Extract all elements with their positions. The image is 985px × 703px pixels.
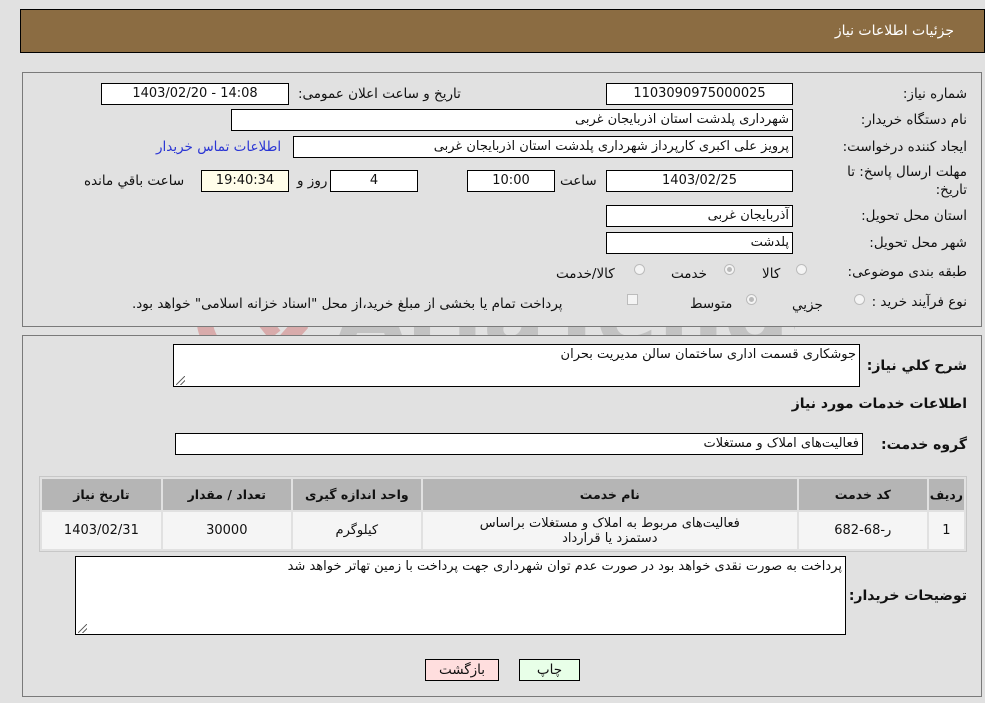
requester-field: پرویز علی اکبری کارپرداز شهرداری پلدشت ا… (293, 136, 793, 158)
buyer-contact-link[interactable]: اطلاعات تماس خریدار (156, 139, 281, 155)
purchase-type-option-minor: جزيي (792, 297, 823, 313)
col-header-unit: واحد اندازه گیری (292, 479, 421, 510)
category-option-service: خدمت (671, 266, 707, 282)
cell-service-code: ر-68-682 (798, 512, 927, 549)
treasury-checkbox[interactable] (627, 294, 638, 305)
cell-unit: کیلوگرم (292, 512, 421, 549)
category-option-goods: کالا (762, 266, 781, 282)
time-remaining-field: 19:40:34 (201, 170, 289, 192)
category-option-goods-service: کالا/خدمت (556, 266, 615, 282)
page-title: جزئیات اطلاعات نیاز (834, 23, 954, 39)
treasury-note: پرداخت تمام یا بخشی از مبلغ خرید،از محل … (132, 296, 563, 312)
buyer-notes-text: پرداخت به صورت نقدی خواهد بود در صورت عد… (287, 559, 842, 574)
announce-datetime-label: تاریخ و ساعت اعلان عمومی: (298, 86, 461, 102)
cell-quantity: 30000 (162, 512, 291, 549)
table-header-row: ردیف کد خدمت نام خدمت واحد اندازه گیری ت… (42, 479, 964, 510)
back-button[interactable]: بازگشت (425, 659, 499, 681)
page-header: جزئیات اطلاعات نیاز (20, 9, 985, 53)
requester-label: ایجاد کننده درخواست: (842, 139, 967, 155)
table-row: 1 ر-68-682 فعالیت‌های مربوط به املاک و م… (42, 512, 964, 549)
province-field: آذربایجان غربی (606, 205, 793, 227)
resize-handle-icon[interactable] (78, 624, 87, 633)
province-label: استان محل تحویل: (861, 208, 967, 224)
deadline-time-label: ساعت (560, 173, 597, 189)
col-header-service-name: نام خدمت (422, 479, 797, 510)
col-header-need-date: تاریخ نیاز (42, 479, 161, 510)
category-radio-service[interactable] (724, 264, 735, 275)
buyer-org-field: شهرداری پلدشت استان اذربایجان غربی (231, 109, 793, 131)
cell-need-date: 1403/02/31 (42, 512, 161, 549)
purchase-type-radio-minor[interactable] (854, 294, 865, 305)
description-label: شرح کلي نیاز: (866, 358, 967, 374)
service-group-field: فعالیت‌های املاک و مستغلات (175, 433, 863, 455)
services-section-title: اطلاعات خدمات مورد نیاز (791, 396, 967, 412)
buyer-notes-label: توضیحات خریدار: (848, 588, 967, 604)
buyer-notes-textarea[interactable]: پرداخت به صورت نقدی خواهد بود در صورت عد… (75, 556, 846, 635)
col-header-quantity: تعداد / مقدار (162, 479, 291, 510)
deadline-date-field: 1403/02/25 (606, 170, 793, 192)
city-label: شهر محل تحویل: (869, 235, 967, 251)
days-remaining-field: 4 (330, 170, 418, 192)
description-textarea[interactable]: جوشکاری قسمت اداری ساختمان سالن مدیریت ب… (173, 344, 860, 387)
city-field: پلدشت (606, 232, 793, 254)
purchase-type-radio-medium[interactable] (746, 294, 757, 305)
buyer-org-label: نام دستگاه خریدار: (860, 112, 967, 128)
category-label: طبقه بندی موضوعی: (847, 264, 967, 280)
purchase-type-option-medium: متوسط (690, 296, 733, 312)
days-label: روز و (297, 173, 328, 189)
print-button[interactable]: چاپ (519, 659, 580, 681)
purchase-type-label: نوع فرآیند خرید : (871, 294, 967, 310)
category-radio-goods-service[interactable] (634, 264, 645, 275)
deadline-label: مهلت ارسال پاسخ: تا تاریخ: (847, 164, 967, 198)
description-text: جوشکاری قسمت اداری ساختمان سالن مدیریت ب… (560, 347, 856, 362)
need-number-label: شماره نیاز: (902, 86, 967, 102)
cell-service-name: فعالیت‌های مربوط به املاک و مستغلات براس… (422, 512, 797, 549)
time-remaining-label: ساعت باقي مانده (84, 173, 185, 189)
category-radio-goods[interactable] (796, 264, 807, 275)
deadline-time-field: 10:00 (467, 170, 555, 192)
services-table: ردیف کد خدمت نام خدمت واحد اندازه گیری ت… (39, 476, 967, 552)
announce-datetime-field: 1403/02/20 - 14:08 (101, 83, 289, 105)
col-header-row-number: ردیف (928, 479, 964, 510)
col-header-service-code: کد خدمت (798, 479, 927, 510)
need-number-field: 1103090975000025 (606, 83, 793, 105)
cell-row-number: 1 (928, 512, 964, 549)
service-group-label: گروه خدمت: (881, 437, 967, 453)
resize-handle-icon[interactable] (176, 376, 185, 385)
